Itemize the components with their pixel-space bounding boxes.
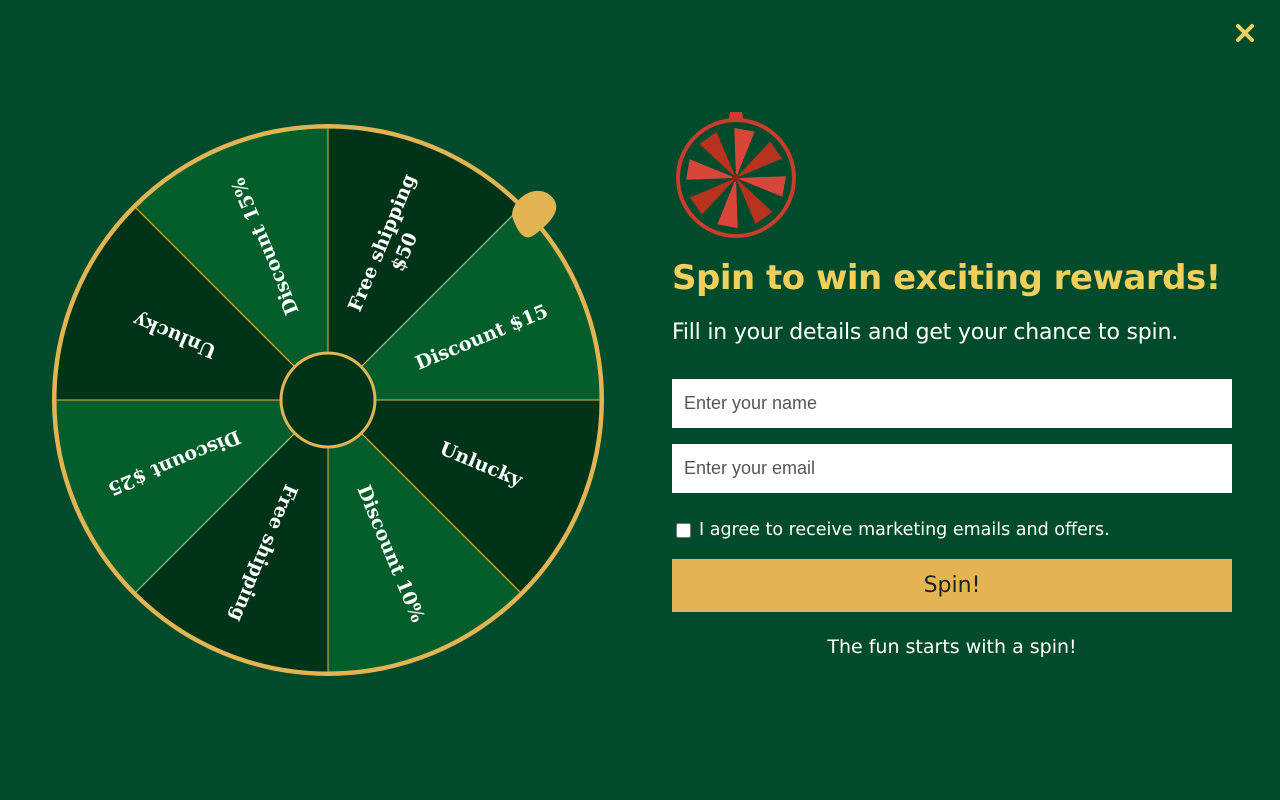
- close-icon[interactable]: [1232, 20, 1258, 46]
- wheel-graphic: Free shipping$50Discount $15UnluckyDisco…: [52, 124, 604, 676]
- consent-row[interactable]: I agree to receive marketing emails and …: [672, 519, 1232, 541]
- footnote: The fun starts with a spin!: [827, 636, 1077, 658]
- spin-popup: Free shipping $50 Discount $15 Unlucky Disco…: [0, 0, 1280, 800]
- prize-wheel: Free shipping $50 Discount $15 Unlucky Disco…: [50, 122, 606, 678]
- email-input[interactable]: [672, 444, 1232, 493]
- headline: Spin to win exciting rewards!: [672, 258, 1221, 298]
- signup-panel: Spin to win exciting rewards! Fill in yo…: [672, 108, 1232, 658]
- subtitle: Fill in your details and get your chance…: [672, 320, 1178, 345]
- consent-label: I agree to receive marketing emails and …: [699, 520, 1110, 540]
- spin-button[interactable]: Spin!: [672, 559, 1232, 612]
- pointer-icon: [512, 190, 557, 238]
- name-input[interactable]: [672, 379, 1232, 428]
- prize-wheel-icon: [676, 112, 796, 238]
- wheel-hub: [279, 351, 377, 449]
- consent-checkbox[interactable]: [676, 522, 691, 538]
